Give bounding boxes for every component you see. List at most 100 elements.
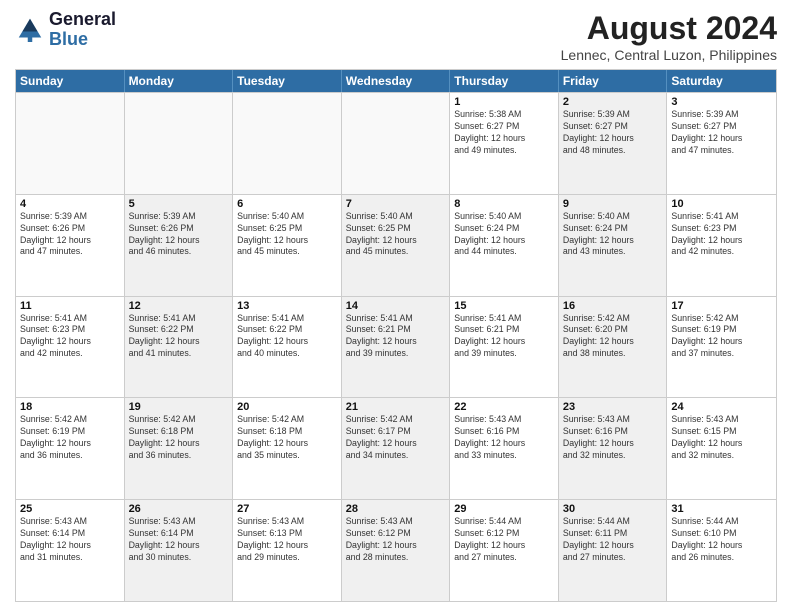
day-number: 12 (129, 300, 229, 312)
page: General Blue August 2024 Lennec, Central… (0, 0, 792, 612)
calendar-cell-r4c5: 30Sunrise: 5:44 AM Sunset: 6:11 PM Dayli… (559, 500, 668, 601)
calendar-cell-r3c6: 24Sunrise: 5:43 AM Sunset: 6:15 PM Dayli… (667, 398, 776, 499)
day-number: 26 (129, 503, 229, 515)
calendar-cell-r4c1: 26Sunrise: 5:43 AM Sunset: 6:14 PM Dayli… (125, 500, 234, 601)
day-number: 2 (563, 96, 663, 108)
weekday-header-tuesday: Tuesday (233, 70, 342, 92)
calendar-row-3: 18Sunrise: 5:42 AM Sunset: 6:19 PM Dayli… (16, 397, 776, 499)
day-number: 29 (454, 503, 554, 515)
calendar-cell-r4c2: 27Sunrise: 5:43 AM Sunset: 6:13 PM Dayli… (233, 500, 342, 601)
calendar-cell-r0c2 (233, 93, 342, 194)
day-number: 6 (237, 198, 337, 210)
calendar-cell-r1c0: 4Sunrise: 5:39 AM Sunset: 6:26 PM Daylig… (16, 195, 125, 296)
calendar-cell-r2c2: 13Sunrise: 5:41 AM Sunset: 6:22 PM Dayli… (233, 297, 342, 398)
calendar-cell-r3c5: 23Sunrise: 5:43 AM Sunset: 6:16 PM Dayli… (559, 398, 668, 499)
day-number: 23 (563, 401, 663, 413)
calendar-cell-r1c1: 5Sunrise: 5:39 AM Sunset: 6:26 PM Daylig… (125, 195, 234, 296)
calendar-cell-r2c3: 14Sunrise: 5:41 AM Sunset: 6:21 PM Dayli… (342, 297, 451, 398)
day-number: 16 (563, 300, 663, 312)
day-number: 3 (671, 96, 772, 108)
day-number: 27 (237, 503, 337, 515)
day-number: 20 (237, 401, 337, 413)
calendar-cell-r2c0: 11Sunrise: 5:41 AM Sunset: 6:23 PM Dayli… (16, 297, 125, 398)
day-number: 13 (237, 300, 337, 312)
logo-icon (15, 15, 45, 45)
day-number: 19 (129, 401, 229, 413)
day-number: 7 (346, 198, 446, 210)
cell-info: Sunrise: 5:38 AM Sunset: 6:27 PM Dayligh… (454, 109, 554, 157)
calendar-cell-r0c1 (125, 93, 234, 194)
day-number: 15 (454, 300, 554, 312)
calendar-cell-r3c3: 21Sunrise: 5:42 AM Sunset: 6:17 PM Dayli… (342, 398, 451, 499)
cell-info: Sunrise: 5:40 AM Sunset: 6:24 PM Dayligh… (454, 211, 554, 259)
day-number: 5 (129, 198, 229, 210)
calendar-cell-r0c5: 2Sunrise: 5:39 AM Sunset: 6:27 PM Daylig… (559, 93, 668, 194)
day-number: 9 (563, 198, 663, 210)
cell-info: Sunrise: 5:40 AM Sunset: 6:25 PM Dayligh… (237, 211, 337, 259)
cell-info: Sunrise: 5:41 AM Sunset: 6:22 PM Dayligh… (129, 313, 229, 361)
calendar-cell-r3c2: 20Sunrise: 5:42 AM Sunset: 6:18 PM Dayli… (233, 398, 342, 499)
location: Lennec, Central Luzon, Philippines (561, 47, 777, 63)
calendar-cell-r1c2: 6Sunrise: 5:40 AM Sunset: 6:25 PM Daylig… (233, 195, 342, 296)
calendar-cell-r4c6: 31Sunrise: 5:44 AM Sunset: 6:10 PM Dayli… (667, 500, 776, 601)
cell-info: Sunrise: 5:42 AM Sunset: 6:19 PM Dayligh… (671, 313, 772, 361)
cell-info: Sunrise: 5:41 AM Sunset: 6:21 PM Dayligh… (454, 313, 554, 361)
day-number: 30 (563, 503, 663, 515)
day-number: 22 (454, 401, 554, 413)
cell-info: Sunrise: 5:42 AM Sunset: 6:18 PM Dayligh… (237, 414, 337, 462)
cell-info: Sunrise: 5:43 AM Sunset: 6:12 PM Dayligh… (346, 516, 446, 564)
calendar-cell-r3c0: 18Sunrise: 5:42 AM Sunset: 6:19 PM Dayli… (16, 398, 125, 499)
calendar-row-1: 4Sunrise: 5:39 AM Sunset: 6:26 PM Daylig… (16, 194, 776, 296)
weekday-header-sunday: Sunday (16, 70, 125, 92)
weekday-header-monday: Monday (125, 70, 234, 92)
cell-info: Sunrise: 5:44 AM Sunset: 6:12 PM Dayligh… (454, 516, 554, 564)
day-number: 4 (20, 198, 120, 210)
calendar: SundayMondayTuesdayWednesdayThursdayFrid… (15, 69, 777, 602)
day-number: 24 (671, 401, 772, 413)
cell-info: Sunrise: 5:42 AM Sunset: 6:18 PM Dayligh… (129, 414, 229, 462)
day-number: 8 (454, 198, 554, 210)
cell-info: Sunrise: 5:39 AM Sunset: 6:26 PM Dayligh… (129, 211, 229, 259)
calendar-cell-r2c5: 16Sunrise: 5:42 AM Sunset: 6:20 PM Dayli… (559, 297, 668, 398)
calendar-cell-r2c4: 15Sunrise: 5:41 AM Sunset: 6:21 PM Dayli… (450, 297, 559, 398)
calendar-cell-r1c3: 7Sunrise: 5:40 AM Sunset: 6:25 PM Daylig… (342, 195, 451, 296)
cell-info: Sunrise: 5:40 AM Sunset: 6:24 PM Dayligh… (563, 211, 663, 259)
calendar-cell-r0c0 (16, 93, 125, 194)
cell-info: Sunrise: 5:41 AM Sunset: 6:23 PM Dayligh… (671, 211, 772, 259)
calendar-cell-r0c4: 1Sunrise: 5:38 AM Sunset: 6:27 PM Daylig… (450, 93, 559, 194)
header: General Blue August 2024 Lennec, Central… (15, 10, 777, 63)
cell-info: Sunrise: 5:42 AM Sunset: 6:19 PM Dayligh… (20, 414, 120, 462)
calendar-row-0: 1Sunrise: 5:38 AM Sunset: 6:27 PM Daylig… (16, 92, 776, 194)
calendar-cell-r1c4: 8Sunrise: 5:40 AM Sunset: 6:24 PM Daylig… (450, 195, 559, 296)
day-number: 14 (346, 300, 446, 312)
cell-info: Sunrise: 5:42 AM Sunset: 6:17 PM Dayligh… (346, 414, 446, 462)
calendar-cell-r1c5: 9Sunrise: 5:40 AM Sunset: 6:24 PM Daylig… (559, 195, 668, 296)
day-number: 28 (346, 503, 446, 515)
calendar-cell-r2c1: 12Sunrise: 5:41 AM Sunset: 6:22 PM Dayli… (125, 297, 234, 398)
cell-info: Sunrise: 5:43 AM Sunset: 6:13 PM Dayligh… (237, 516, 337, 564)
logo-line2: Blue (49, 29, 88, 49)
day-number: 25 (20, 503, 120, 515)
cell-info: Sunrise: 5:41 AM Sunset: 6:22 PM Dayligh… (237, 313, 337, 361)
day-number: 11 (20, 300, 120, 312)
cell-info: Sunrise: 5:40 AM Sunset: 6:25 PM Dayligh… (346, 211, 446, 259)
weekday-header-wednesday: Wednesday (342, 70, 451, 92)
calendar-cell-r2c6: 17Sunrise: 5:42 AM Sunset: 6:19 PM Dayli… (667, 297, 776, 398)
calendar-cell-r3c4: 22Sunrise: 5:43 AM Sunset: 6:16 PM Dayli… (450, 398, 559, 499)
cell-info: Sunrise: 5:39 AM Sunset: 6:26 PM Dayligh… (20, 211, 120, 259)
calendar-cell-r4c0: 25Sunrise: 5:43 AM Sunset: 6:14 PM Dayli… (16, 500, 125, 601)
calendar-cell-r0c6: 3Sunrise: 5:39 AM Sunset: 6:27 PM Daylig… (667, 93, 776, 194)
cell-info: Sunrise: 5:44 AM Sunset: 6:11 PM Dayligh… (563, 516, 663, 564)
cell-info: Sunrise: 5:41 AM Sunset: 6:23 PM Dayligh… (20, 313, 120, 361)
cell-info: Sunrise: 5:43 AM Sunset: 6:14 PM Dayligh… (129, 516, 229, 564)
calendar-row-4: 25Sunrise: 5:43 AM Sunset: 6:14 PM Dayli… (16, 499, 776, 601)
cell-info: Sunrise: 5:43 AM Sunset: 6:14 PM Dayligh… (20, 516, 120, 564)
cell-info: Sunrise: 5:39 AM Sunset: 6:27 PM Dayligh… (563, 109, 663, 157)
cell-info: Sunrise: 5:43 AM Sunset: 6:16 PM Dayligh… (454, 414, 554, 462)
calendar-header: SundayMondayTuesdayWednesdayThursdayFrid… (16, 70, 776, 92)
calendar-cell-r3c1: 19Sunrise: 5:42 AM Sunset: 6:18 PM Dayli… (125, 398, 234, 499)
weekday-header-saturday: Saturday (667, 70, 776, 92)
calendar-cell-r4c4: 29Sunrise: 5:44 AM Sunset: 6:12 PM Dayli… (450, 500, 559, 601)
weekday-header-friday: Friday (559, 70, 668, 92)
calendar-cell-r0c3 (342, 93, 451, 194)
